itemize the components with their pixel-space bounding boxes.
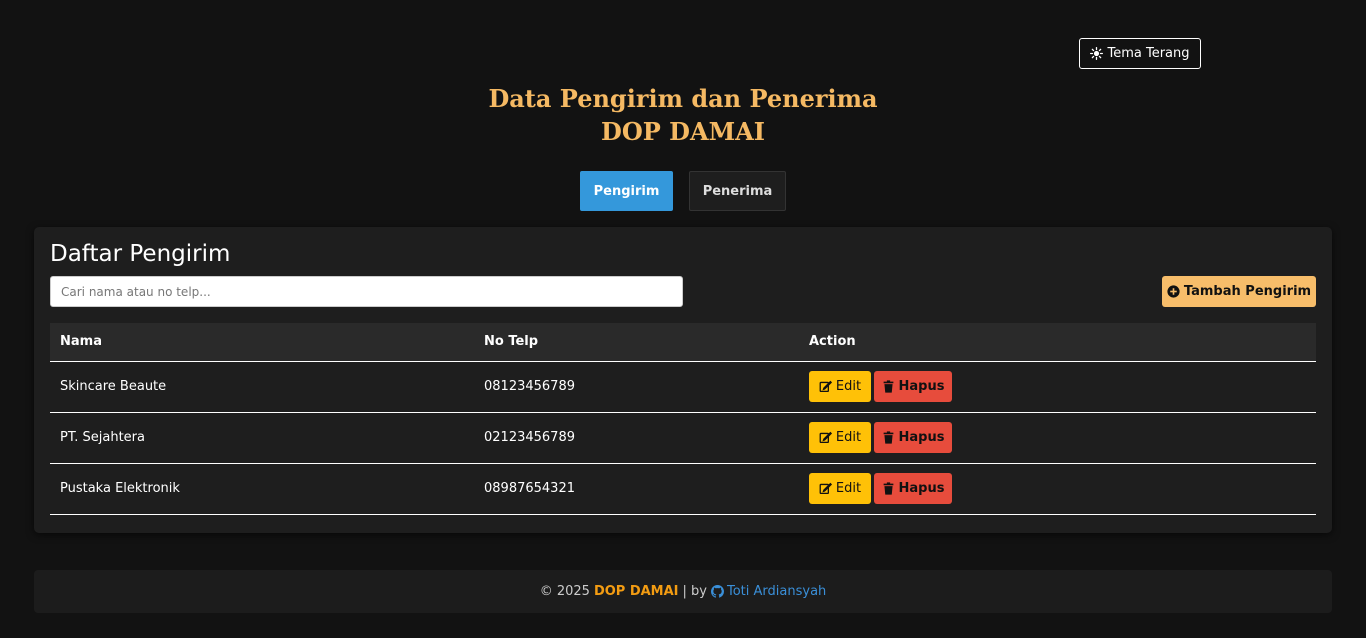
page-title: Data Pengirim dan Penerima DOP DAMAI bbox=[0, 82, 1366, 148]
search-input[interactable] bbox=[50, 276, 683, 307]
delete-button[interactable]: Hapus bbox=[874, 371, 952, 402]
edit-label: Edit bbox=[835, 379, 862, 394]
column-header-nama: Nama bbox=[50, 323, 474, 362]
theme-toggle-button[interactable]: Tema Terang bbox=[1079, 38, 1201, 69]
trash-icon bbox=[883, 380, 893, 393]
cell-action: Edit Hapus bbox=[799, 463, 1316, 515]
footer: © 2025 DOP DAMAI | by Toti Ardiansyah bbox=[34, 570, 1332, 613]
cell-telp: 08123456789 bbox=[474, 361, 799, 413]
page-title-line1: Data Pengirim dan Penerima bbox=[488, 84, 878, 113]
cell-action: Edit Hapus bbox=[799, 361, 1316, 413]
edit-icon bbox=[819, 482, 832, 495]
footer-author-name: Toti Ardiansyah bbox=[727, 584, 827, 599]
add-sender-label: Tambah Pengirim bbox=[1183, 284, 1312, 299]
footer-copyright: © 2025 bbox=[539, 584, 590, 599]
footer-brand: DOP DAMAI bbox=[593, 584, 679, 599]
trash-icon bbox=[883, 431, 893, 444]
column-header-action: Action bbox=[799, 323, 1316, 362]
sun-icon bbox=[1090, 47, 1104, 60]
table-row: PT. Sejahtera 02123456789 Edit Hapus bbox=[50, 412, 1316, 464]
edit-button[interactable]: Edit bbox=[809, 473, 871, 504]
table-row: Skincare Beaute 08123456789 Edit Hapus bbox=[50, 361, 1316, 413]
table-header-row: Nama No Telp Action bbox=[50, 323, 1316, 362]
row-actions: Edit Hapus bbox=[809, 473, 1316, 504]
page-title-line2: DOP DAMAI bbox=[601, 117, 765, 146]
footer-separator: | by bbox=[682, 584, 707, 599]
cell-action: Edit Hapus bbox=[799, 412, 1316, 464]
add-sender-button[interactable]: Tambah Pengirim bbox=[1162, 276, 1316, 307]
edit-label: Edit bbox=[835, 481, 862, 496]
column-header-no-telp: No Telp bbox=[474, 323, 799, 362]
theme-toggle-label: Tema Terang bbox=[1107, 46, 1190, 61]
table-row: Pustaka Elektronik 08987654321 Edit Hapu… bbox=[50, 463, 1316, 515]
delete-label: Hapus bbox=[898, 481, 945, 496]
tab-pengirim[interactable]: Pengirim bbox=[580, 171, 673, 211]
tab-bar: Pengirim Penerima bbox=[0, 171, 1366, 211]
trash-icon bbox=[883, 482, 893, 495]
github-icon bbox=[711, 585, 724, 598]
edit-label: Edit bbox=[835, 430, 862, 445]
edit-icon bbox=[819, 431, 832, 444]
sender-list-card: Daftar Pengirim Tambah Pengirim Nama No … bbox=[34, 227, 1332, 533]
delete-label: Hapus bbox=[898, 430, 945, 445]
row-actions: Edit Hapus bbox=[809, 422, 1316, 453]
edit-button[interactable]: Edit bbox=[809, 422, 871, 453]
plus-circle-icon bbox=[1167, 285, 1180, 298]
row-actions: Edit Hapus bbox=[809, 371, 1316, 402]
sender-table: Nama No Telp Action Skincare Beaute 0812… bbox=[50, 323, 1316, 515]
edit-button[interactable]: Edit bbox=[809, 371, 871, 402]
cell-nama: Skincare Beaute bbox=[50, 361, 474, 413]
cell-nama: PT. Sejahtera bbox=[50, 412, 474, 464]
edit-icon bbox=[819, 380, 832, 393]
cell-nama: Pustaka Elektronik bbox=[50, 463, 474, 515]
tab-penerima[interactable]: Penerima bbox=[689, 171, 786, 211]
delete-button[interactable]: Hapus bbox=[874, 422, 952, 453]
cell-telp: 08987654321 bbox=[474, 463, 799, 515]
delete-button[interactable]: Hapus bbox=[874, 473, 952, 504]
delete-label: Hapus bbox=[898, 379, 945, 394]
cell-telp: 02123456789 bbox=[474, 412, 799, 464]
footer-author-link[interactable]: Toti Ardiansyah bbox=[711, 584, 826, 599]
card-title: Daftar Pengirim bbox=[50, 241, 231, 267]
